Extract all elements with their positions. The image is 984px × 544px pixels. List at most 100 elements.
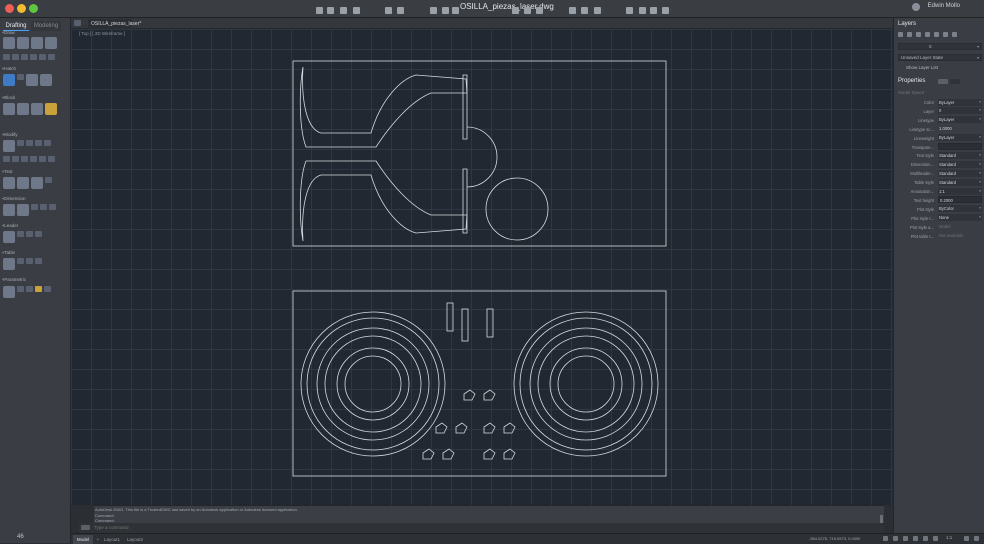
aligned-dimension-icon[interactable]	[17, 204, 29, 216]
match-icon[interactable]	[536, 7, 543, 14]
zoom-window-button[interactable]	[29, 4, 38, 13]
extract-data-icon[interactable]	[35, 258, 42, 264]
circle-tool-icon[interactable]	[31, 37, 43, 49]
ortho-icon[interactable]	[903, 536, 908, 541]
select-objects-button[interactable]	[950, 79, 960, 84]
annotation-scale[interactable]: 1:1	[946, 535, 952, 540]
multileader-icon[interactable]	[3, 231, 15, 243]
layer-lock-icon[interactable]	[934, 32, 939, 37]
rectangle-tool-icon[interactable]	[45, 37, 57, 49]
visual-style-icon[interactable]	[650, 7, 657, 14]
explode-tool-icon[interactable]	[30, 156, 37, 162]
view-icon[interactable]	[639, 7, 646, 14]
current-layer-select[interactable]: 0	[898, 43, 982, 50]
section-dimension[interactable]: Dimension	[2, 196, 25, 202]
snap-icon[interactable]	[893, 536, 898, 541]
property-value[interactable]: ByLayer	[938, 134, 982, 142]
property-value[interactable]: ByColor	[938, 205, 982, 213]
insert-block-icon[interactable]	[3, 103, 15, 115]
section-text[interactable]: Text	[2, 169, 12, 175]
layer-walk-icon[interactable]	[952, 32, 957, 37]
radius-dimension-icon[interactable]	[40, 204, 47, 210]
erase-tool-icon[interactable]	[44, 140, 51, 146]
minimize-window-button[interactable]	[17, 4, 26, 13]
drawing-canvas[interactable]: [ Top ] [ 2D Wireframe ]	[71, 29, 893, 505]
zoom-icon[interactable]	[594, 7, 601, 14]
extend-tool-icon[interactable]	[35, 140, 42, 146]
property-value[interactable]: None	[938, 214, 982, 222]
mtext-tool-icon[interactable]	[3, 177, 15, 189]
show-layer-list-toggle[interactable]: Show Layer List	[898, 64, 982, 71]
edit-text-icon[interactable]	[31, 177, 43, 189]
workspace-icon[interactable]	[964, 536, 969, 541]
copy-tool-icon[interactable]	[3, 156, 10, 162]
command-input[interactable]	[94, 523, 874, 532]
add-leader-icon[interactable]	[17, 231, 24, 237]
stretch-tool-icon[interactable]	[39, 156, 46, 162]
user-name[interactable]: Edwin Mollo	[928, 3, 960, 9]
viewport-label[interactable]: [ Top ] [ 2D Wireframe ]	[79, 31, 125, 36]
tab-modeling[interactable]: Modeling	[31, 21, 61, 31]
user-avatar[interactable]	[912, 3, 920, 11]
find-text-icon[interactable]	[45, 177, 52, 183]
rotate-tool-icon[interactable]	[17, 140, 24, 146]
command-prompt-icon[interactable]	[81, 525, 90, 530]
osnap-icon[interactable]	[923, 536, 928, 541]
section-hatch[interactable]: Hatch	[2, 66, 16, 72]
property-value[interactable]: 0	[938, 107, 982, 115]
move-tool-icon[interactable]	[3, 140, 15, 152]
edit-block-icon[interactable]	[31, 103, 43, 115]
property-value[interactable]: 1:1	[938, 187, 982, 195]
data-link-icon[interactable]	[26, 258, 33, 264]
region-tool-icon[interactable]	[40, 74, 52, 86]
scale-tool-icon[interactable]	[48, 156, 55, 162]
polyline-tool-icon[interactable]	[17, 37, 29, 49]
fillet-tool-icon[interactable]	[21, 156, 28, 162]
revcloud-tool-icon[interactable]	[48, 54, 55, 60]
property-value[interactable]: ByLayer	[938, 98, 982, 106]
section-block[interactable]: Block	[2, 95, 15, 101]
property-value[interactable]	[938, 143, 982, 150]
arc-tool-icon[interactable]	[3, 54, 10, 60]
redo-icon[interactable]	[397, 7, 404, 14]
tab-document[interactable]: OSILLA_piezas_laser*	[88, 19, 141, 29]
palette-icon[interactable]	[662, 7, 669, 14]
coincident-icon[interactable]	[17, 286, 24, 292]
single-line-text-icon[interactable]	[17, 177, 29, 189]
select-icon[interactable]	[569, 7, 576, 14]
section-leader[interactable]: Leader	[2, 223, 18, 229]
open-file-icon[interactable]	[327, 7, 334, 14]
spline-tool-icon[interactable]	[12, 54, 19, 60]
grid-icon[interactable]	[883, 536, 888, 541]
layer-properties-icon[interactable]	[907, 32, 912, 37]
ellipse-tool-icon[interactable]	[21, 54, 28, 60]
layer-icon[interactable]	[512, 7, 519, 14]
mirror-tool-icon[interactable]	[12, 156, 19, 162]
section-table[interactable]: Table	[2, 250, 15, 256]
create-block-icon[interactable]	[17, 103, 29, 115]
customize-icon[interactable]	[974, 536, 979, 541]
linear-dimension-icon[interactable]	[3, 204, 15, 216]
gradient-tool-icon[interactable]	[17, 74, 24, 80]
boundary-tool-icon[interactable]	[26, 74, 38, 86]
property-value[interactable]: Standard	[938, 169, 982, 177]
remove-leader-icon[interactable]	[26, 231, 33, 237]
property-value[interactable]: ByLayer	[938, 116, 982, 124]
import-icon[interactable]	[442, 7, 449, 14]
line-tool-icon[interactable]	[3, 37, 15, 49]
block-attribute-icon[interactable]	[45, 103, 57, 115]
export-icon[interactable]	[452, 7, 459, 14]
layer-match-icon[interactable]	[943, 32, 948, 37]
pan-icon[interactable]	[581, 7, 588, 14]
angular-dimension-icon[interactable]	[31, 204, 38, 210]
property-value[interactable]: Standard	[938, 178, 982, 186]
align-leader-icon[interactable]	[35, 231, 42, 237]
hatch-tool-icon[interactable]	[3, 74, 15, 86]
undo-icon[interactable]	[385, 7, 392, 14]
diameter-dimension-icon[interactable]	[49, 204, 56, 210]
parallel-icon[interactable]	[26, 286, 33, 292]
new-file-icon[interactable]	[316, 7, 323, 14]
start-tab-icon[interactable]	[74, 20, 81, 26]
plot-icon[interactable]	[430, 7, 437, 14]
table-tool-icon[interactable]	[3, 258, 15, 270]
